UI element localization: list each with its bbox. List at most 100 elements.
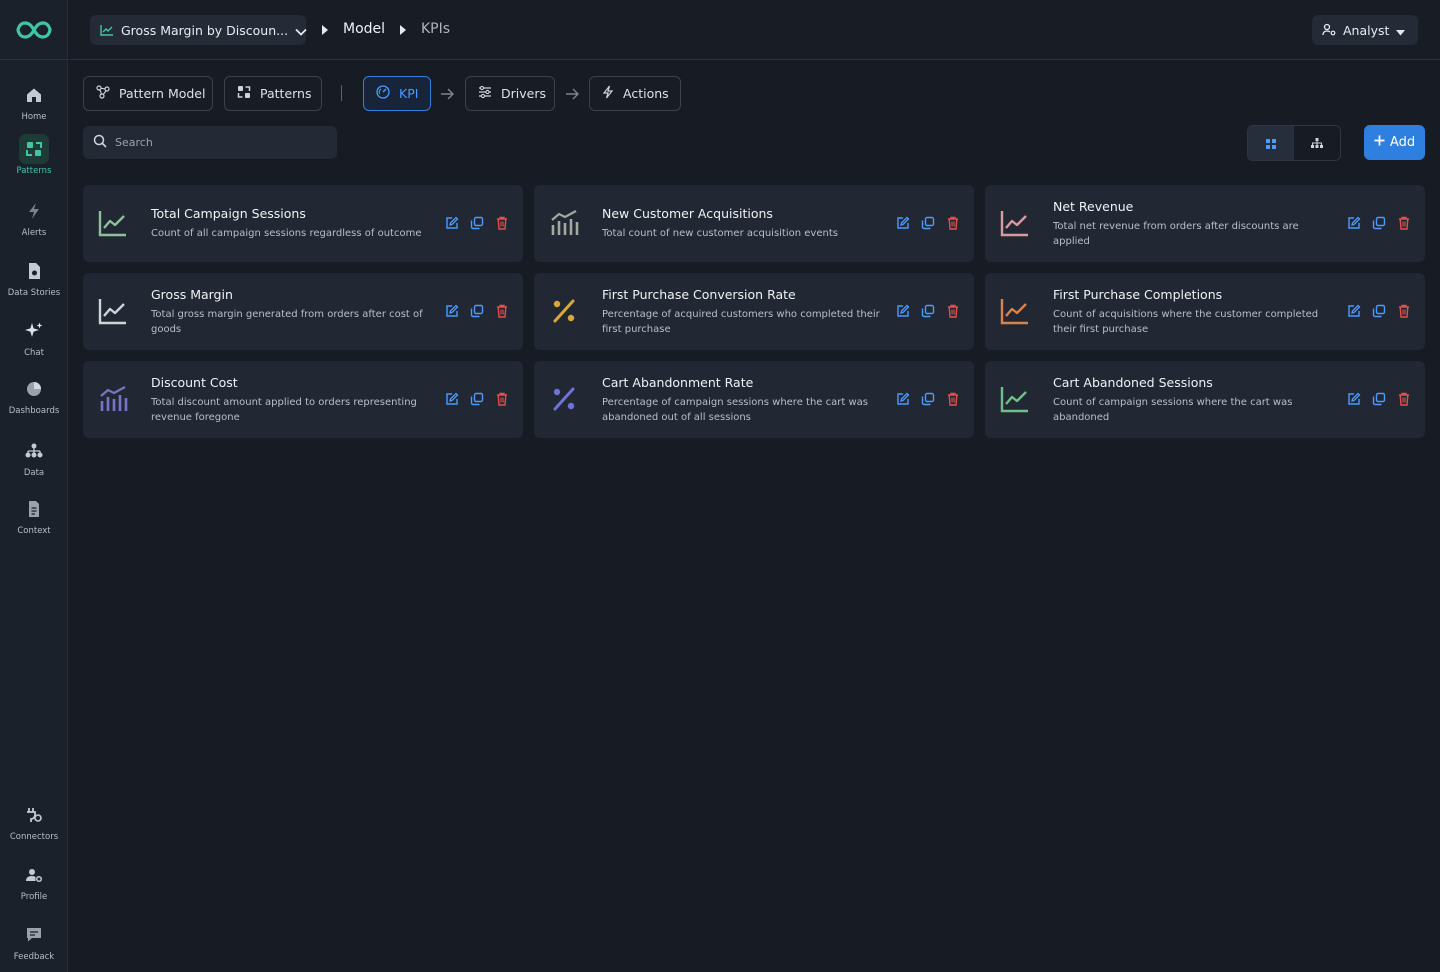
delete-icon[interactable] <box>945 303 960 318</box>
delete-icon[interactable] <box>494 303 509 318</box>
breadcrumb-arrow-icon <box>322 25 328 35</box>
edit-icon[interactable] <box>444 303 459 318</box>
tab-patterns[interactable]: Patterns <box>224 76 322 111</box>
infinity-logo-icon <box>16 20 52 39</box>
delete-icon[interactable] <box>945 391 960 406</box>
sidebar-item-dashboards[interactable]: Dashboards <box>0 374 68 430</box>
kpi-title: Cart Abandoned Sessions <box>1053 374 1213 390</box>
kpi-card-text: First Purchase Conversion Rate Percentag… <box>602 273 884 350</box>
tab-label: Actions <box>623 86 669 101</box>
kpi-description: Count of campaign sessions where the car… <box>1053 396 1293 423</box>
kpi-card[interactable]: Gross Margin Total gross margin generate… <box>83 273 523 350</box>
add-button[interactable]: Add <box>1364 125 1425 160</box>
kpi-card[interactable]: Total Campaign Sessions Count of all cam… <box>83 185 523 262</box>
sidebar-item-home[interactable]: Home <box>0 80 68 136</box>
delete-icon[interactable] <box>494 391 509 406</box>
copy-icon[interactable] <box>1371 391 1386 406</box>
copy-icon[interactable] <box>469 303 484 318</box>
edit-icon[interactable] <box>444 215 459 230</box>
kpi-actions <box>895 391 960 406</box>
line-chart-icon <box>999 383 1031 415</box>
edit-icon[interactable] <box>895 303 910 318</box>
kpi-card[interactable]: First Purchase Conversion Rate Percentag… <box>534 273 974 350</box>
kpi-actions <box>1346 215 1411 230</box>
delete-icon[interactable] <box>1396 303 1411 318</box>
role-selector[interactable]: Analyst <box>1312 15 1418 45</box>
edit-icon[interactable] <box>895 215 910 230</box>
kpi-description: Total gross margin generated from orders… <box>151 308 423 335</box>
tab-label: Patterns <box>260 86 312 101</box>
kpi-title: Gross Margin <box>151 286 233 302</box>
copy-icon[interactable] <box>920 215 935 230</box>
arrow-right-icon <box>440 86 455 105</box>
hierarchy-icon <box>1311 134 1323 153</box>
edit-icon[interactable] <box>895 391 910 406</box>
tab-actions[interactable]: Actions <box>589 76 681 111</box>
copy-icon[interactable] <box>1371 303 1386 318</box>
edit-icon[interactable] <box>1346 215 1361 230</box>
edit-icon[interactable] <box>444 391 459 406</box>
kpi-card[interactable]: Discount Cost Total discount amount appl… <box>83 361 523 438</box>
delete-icon[interactable] <box>1396 215 1411 230</box>
sidebar-item-alerts[interactable]: Alerts <box>0 196 68 252</box>
kpi-title: New Customer Acquisitions <box>602 206 773 221</box>
tab-pattern-model[interactable]: Pattern Model <box>83 76 213 111</box>
kpi-description: Percentage of campaign sessions where th… <box>602 396 868 423</box>
sidebar-item-feedback[interactable]: Feedback <box>0 920 68 972</box>
kpi-actions <box>895 215 960 230</box>
line-chart-icon <box>999 295 1031 327</box>
kpi-card-text: First Purchase Completions Count of acqu… <box>1053 273 1335 350</box>
copy-icon[interactable] <box>469 215 484 230</box>
breadcrumb-model[interactable]: Model <box>343 21 385 37</box>
kpi-title: Total Campaign Sessions <box>151 206 306 221</box>
kpi-actions <box>444 303 509 318</box>
kpi-card[interactable]: Cart Abandonment Rate Percentage of camp… <box>534 361 974 438</box>
tab-kpi[interactable]: KPI <box>363 76 431 111</box>
breadcrumb-arrow-icon <box>400 25 406 35</box>
sidebar-item-patterns[interactable]: Patterns <box>0 134 68 190</box>
search-box[interactable] <box>83 126 337 159</box>
kpi-actions <box>444 391 509 406</box>
sidebar-item-data[interactable]: Data <box>0 436 68 492</box>
sidebar-item-profile[interactable]: Profile <box>0 860 68 916</box>
grid-view-button[interactable] <box>1248 126 1294 160</box>
plug-icon <box>19 800 49 830</box>
line-chart-icon <box>97 295 129 327</box>
edit-icon[interactable] <box>1346 391 1361 406</box>
copy-icon[interactable] <box>1371 215 1386 230</box>
edit-icon[interactable] <box>1346 303 1361 318</box>
kpi-title: Net Revenue <box>1053 198 1134 214</box>
copy-icon[interactable] <box>920 391 935 406</box>
search-input[interactable] <box>115 136 315 149</box>
delete-icon[interactable] <box>1396 391 1411 406</box>
kpi-card[interactable]: Cart Abandoned Sessions Count of campaig… <box>985 361 1425 438</box>
bolt-icon <box>602 84 614 103</box>
top-bar: Gross Margin by Discoun... Model KPIs An… <box>68 0 1440 60</box>
kpi-card-text: Discount Cost Total discount amount appl… <box>151 361 433 438</box>
kpi-description: Count of acquisitions where the customer… <box>1053 308 1319 335</box>
kpi-card-text: Cart Abandonment Rate Percentage of camp… <box>602 361 884 438</box>
sidebar-item-label: Context <box>17 526 51 536</box>
user-gear-icon <box>19 860 49 890</box>
kpi-card-text: Cart Abandoned Sessions Count of campaig… <box>1053 361 1335 438</box>
tree-view-button[interactable] <box>1294 126 1340 160</box>
sidebar-item-context[interactable]: Context <box>0 494 68 550</box>
kpi-card[interactable]: Net Revenue Total net revenue from order… <box>985 185 1425 262</box>
kpi-card[interactable]: New Customer Acquisitions Total count of… <box>534 185 974 262</box>
kpi-card-text: Net Revenue Total net revenue from order… <box>1053 185 1335 262</box>
kpi-card-grid: Total Campaign Sessions Count of all cam… <box>83 185 1425 438</box>
tab-divider <box>341 85 342 101</box>
delete-icon[interactable] <box>494 215 509 230</box>
kpi-actions <box>1346 391 1411 406</box>
file-icon <box>19 494 49 524</box>
tab-drivers[interactable]: Drivers <box>465 76 555 111</box>
infinity-logo[interactable] <box>0 0 68 60</box>
sidebar-item-chat[interactable]: Chat <box>0 316 68 372</box>
sidebar-item-data-stories[interactable]: Data Stories <box>0 256 68 312</box>
delete-icon[interactable] <box>945 215 960 230</box>
kpi-card[interactable]: First Purchase Completions Count of acqu… <box>985 273 1425 350</box>
copy-icon[interactable] <box>920 303 935 318</box>
sidebar-item-connectors[interactable]: Connectors <box>0 800 68 856</box>
copy-icon[interactable] <box>469 391 484 406</box>
pattern-selector[interactable]: Gross Margin by Discoun... <box>90 15 307 45</box>
